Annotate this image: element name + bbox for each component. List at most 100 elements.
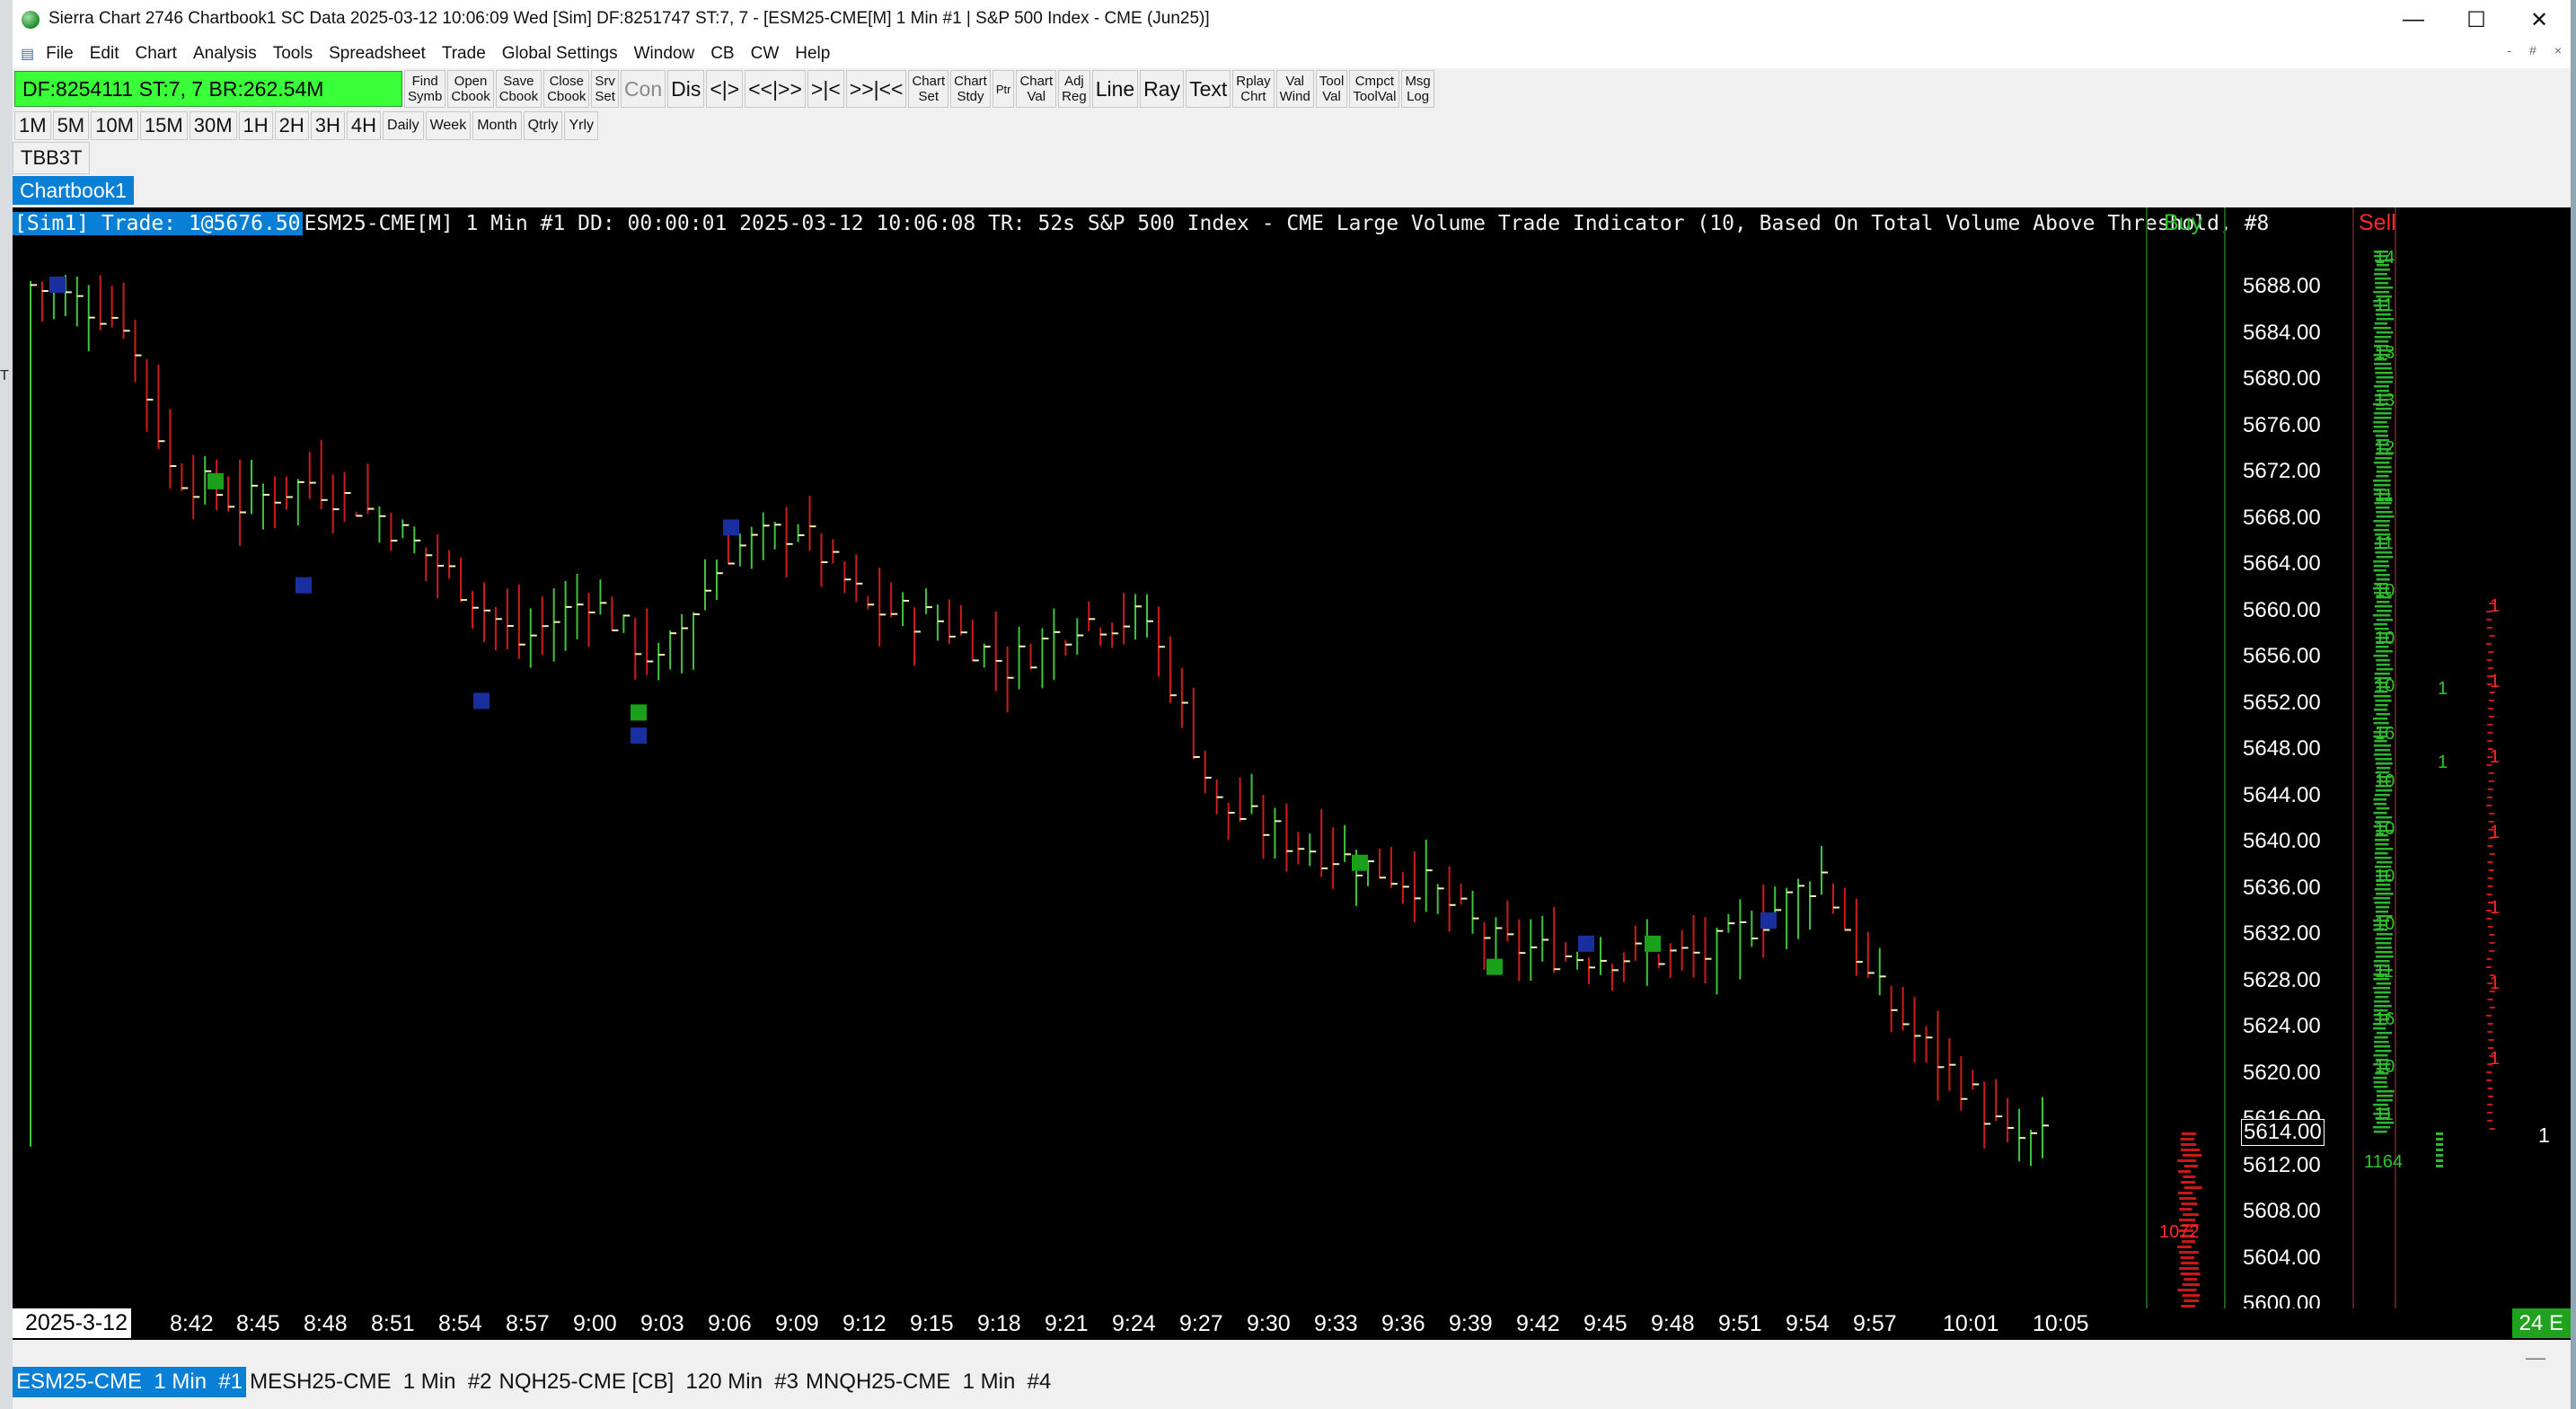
timeframe-button-1[interactable]: 5M bbox=[52, 111, 90, 140]
buy-volume-bar bbox=[2183, 1278, 2198, 1281]
timeframe-button-9[interactable]: Daily bbox=[383, 111, 424, 140]
sell-column-volume-bar bbox=[2373, 1126, 2391, 1129]
menu-help[interactable]: Help bbox=[787, 44, 838, 64]
title-bar[interactable]: Sierra Chart 2746 Chartbook1 SC Data 202… bbox=[13, 0, 2571, 40]
timeframe-button-6[interactable]: 2H bbox=[274, 111, 309, 140]
timeframe-button-8[interactable]: 4H bbox=[346, 111, 382, 140]
sell-side-volume-tick bbox=[2486, 619, 2492, 621]
menu-edit[interactable]: Edit bbox=[82, 44, 128, 64]
timeframe-button-13[interactable]: Yrly bbox=[564, 111, 598, 140]
buy-side-volume-tick bbox=[2436, 1149, 2443, 1151]
menu-global-settings[interactable]: Global Settings bbox=[494, 44, 626, 64]
menu-tools[interactable]: Tools bbox=[265, 44, 321, 64]
sell-column-volume-bar bbox=[2373, 421, 2387, 424]
toolbar-button-10[interactable]: >>|<< bbox=[845, 70, 907, 108]
toolbar-button-0[interactable]: Find Symb bbox=[404, 70, 446, 108]
mdi-close-button[interactable]: × bbox=[2554, 43, 2562, 57]
sell-column-volume-bar bbox=[2374, 1036, 2388, 1039]
mdi-restore-button[interactable]: # bbox=[2529, 43, 2536, 57]
toolbar-button-19[interactable]: Rplay Chrt bbox=[1232, 70, 1275, 108]
close-button[interactable]: ✕ bbox=[2508, 0, 2571, 40]
timeframe-button-3[interactable]: 15M bbox=[139, 111, 188, 140]
toolbar-button-12[interactable]: Chart Stdy bbox=[950, 70, 991, 108]
timeframe-button-0[interactable]: 1M bbox=[14, 111, 51, 140]
sell-column-volume-bar bbox=[2376, 1095, 2394, 1097]
price-axis-label: 5688.00 bbox=[2243, 274, 2321, 298]
menu-analysis[interactable]: Analysis bbox=[185, 44, 265, 64]
minimize-button[interactable]: — bbox=[2382, 0, 2445, 40]
sell-side-volume-tick bbox=[2487, 667, 2493, 669]
sell-column-volume-bar bbox=[2375, 282, 2389, 285]
menu-cw[interactable]: CW bbox=[743, 44, 788, 64]
sell-side-volume-tick bbox=[2486, 1071, 2492, 1073]
toolbar-button-3[interactable]: Close Cbook bbox=[543, 70, 590, 108]
menu-spreadsheet[interactable]: Spreadsheet bbox=[321, 44, 434, 64]
toolbar-button-1[interactable]: Open Cbook bbox=[447, 70, 494, 108]
timeframe-button-2[interactable]: 10M bbox=[91, 111, 138, 140]
toolbar-button-15[interactable]: Adj Reg bbox=[1058, 70, 1090, 108]
sell-column-volume-bar bbox=[2375, 749, 2391, 752]
toolbar-button-18[interactable]: Text bbox=[1186, 70, 1231, 108]
tbb3t-button[interactable]: TBB3T bbox=[13, 142, 91, 174]
maximize-button[interactable]: ☐ bbox=[2445, 0, 2508, 40]
toolbar-button-9[interactable]: >|< bbox=[807, 70, 844, 108]
toolbar-button-2[interactable]: Save Cbook bbox=[495, 70, 543, 108]
sell-column-volume-bar bbox=[2376, 664, 2390, 666]
toolbar-button-8[interactable]: <<|>> bbox=[745, 70, 806, 108]
window-title: Sierra Chart 2746 Chartbook1 SC Data 202… bbox=[49, 9, 1210, 28]
mdi-minimize-button[interactable]: - bbox=[2507, 43, 2511, 57]
timeframe-button-4[interactable]: 30M bbox=[189, 111, 237, 140]
toolbar-button-6[interactable]: Dis bbox=[667, 70, 705, 108]
chart-tab-2[interactable]: MESH25-CME 1 Min #2 bbox=[246, 1367, 495, 1397]
toolbar-button-22[interactable]: Cmpct ToolVal bbox=[1349, 70, 1400, 108]
buy-volume-bar bbox=[2177, 1159, 2196, 1162]
time-axis-label: 8:54 bbox=[438, 1311, 482, 1336]
sell-column-volume-bar bbox=[2376, 381, 2393, 383]
timeframe-button-5[interactable]: 1H bbox=[238, 111, 273, 140]
chartbook-tab[interactable]: Chartbook1 bbox=[13, 176, 134, 205]
sell-column-value: 13 bbox=[2375, 391, 2395, 410]
toolbar-button-11[interactable]: Chart Set bbox=[908, 70, 949, 108]
chart-area[interactable]: [Sim1] Trade: 1@5676.50 ESM25-CME[M] 1 M… bbox=[13, 207, 2571, 1340]
sell-side-value: 1 bbox=[2490, 596, 2501, 616]
toolbar-button-16[interactable]: Line bbox=[1091, 70, 1139, 108]
toolbar-button-4[interactable]: Srv Set bbox=[591, 70, 619, 108]
buy-volume-bar bbox=[2181, 1202, 2198, 1205]
chart-tab-1[interactable]: ESM25-CME 1 Min #1 bbox=[13, 1367, 247, 1397]
toolbar-button-21[interactable]: Tool Val bbox=[1315, 70, 1348, 108]
sell-column-volume-bar bbox=[2374, 1005, 2392, 1008]
timeframe-button-10[interactable]: Week bbox=[425, 111, 472, 140]
menu-cb[interactable]: CB bbox=[702, 44, 742, 64]
timeframe-button-7[interactable]: 3H bbox=[310, 111, 345, 140]
timeframe-button-11[interactable]: Month bbox=[472, 111, 522, 140]
timeframe-button-12[interactable]: Qtrly bbox=[523, 111, 563, 140]
chartbook-window-icon[interactable]: ▤ bbox=[13, 45, 38, 63]
toolbar-button-5[interactable]: Con bbox=[620, 70, 666, 108]
sell-column-volume-bar bbox=[2373, 1041, 2389, 1044]
chart-tab-3[interactable]: NQH25-CME [CB] 120 Min #3 bbox=[496, 1367, 802, 1397]
menu-chart[interactable]: Chart bbox=[128, 44, 185, 64]
sell-column-value: 16 bbox=[2375, 724, 2395, 744]
time-axis-label: 9:24 bbox=[1112, 1311, 1156, 1336]
sell-side-volume-tick bbox=[2487, 926, 2493, 928]
toolbar-button-13[interactable]: Ptr bbox=[992, 70, 1015, 108]
sell-column-value: 10 bbox=[2375, 819, 2395, 839]
menu-window[interactable]: Window bbox=[626, 44, 703, 64]
toolbar-button-17[interactable]: Ray bbox=[1140, 70, 1185, 108]
price-axis-label: 5644.00 bbox=[2243, 782, 2321, 807]
sell-column-volume-bar bbox=[2375, 372, 2393, 374]
sell-column-volume-bar bbox=[2376, 947, 2392, 949]
menu-file[interactable]: File bbox=[38, 44, 82, 64]
menu-trade[interactable]: Trade bbox=[434, 44, 494, 64]
sell-side-value: 1 bbox=[2490, 747, 2501, 767]
chart-tab-4[interactable]: MNQH25-CME 1 Min #4 bbox=[802, 1367, 1054, 1397]
toolbar-button-20[interactable]: Val Wind bbox=[1275, 70, 1314, 108]
toolbar-button-23[interactable]: Msg Log bbox=[1401, 70, 1434, 108]
sell-column-volume-bar bbox=[2374, 462, 2390, 464]
toolbar-button-7[interactable]: <|> bbox=[706, 70, 744, 108]
toolbar-button-14[interactable]: Chart Val bbox=[1016, 70, 1057, 108]
sell-column-volume-bar bbox=[2375, 955, 2394, 958]
sell-side-volume-tick bbox=[2487, 1104, 2493, 1105]
sell-column-volume-bar bbox=[2376, 475, 2389, 478]
horizontal-scroll-control[interactable]: — bbox=[2526, 1346, 2545, 1369]
